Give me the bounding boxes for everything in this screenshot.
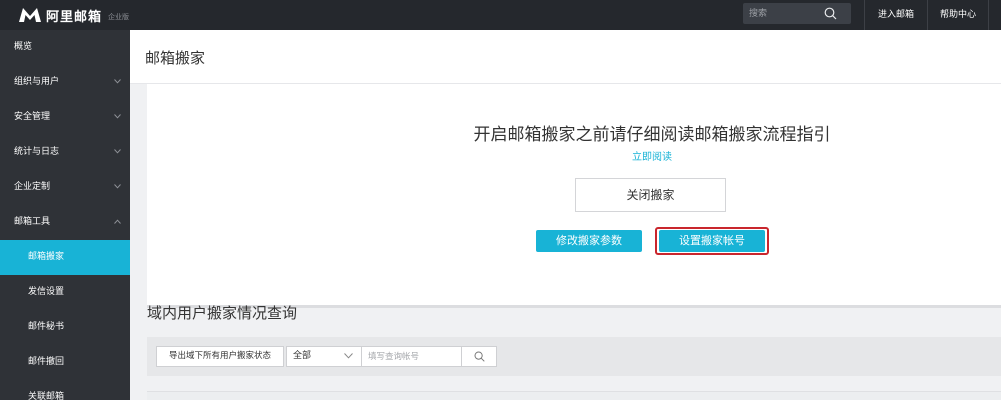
sidebar-item-stats-logs[interactable]: 统计与日志 [0, 135, 130, 170]
sidebar-item-customization[interactable]: 企业定制 [0, 170, 130, 205]
sidebar-item-label: 企业定制 [14, 182, 51, 192]
sidebar-item-label: 组织与用户 [14, 77, 60, 87]
query-bar: 导出域下所有用户搬家状态 全部 [147, 337, 1001, 376]
sidebar-item-org-users[interactable]: 组织与用户 [0, 65, 130, 100]
sidebar-item-label: 概览 [14, 42, 33, 52]
sidebar-item-label: 邮件撤回 [28, 357, 65, 367]
enter-mailbox-link[interactable]: 进入邮箱 [865, 0, 927, 30]
top-bar: 阿里邮箱 企业版 进入邮箱 帮助中心 [0, 0, 1001, 30]
m-logo-icon [19, 8, 41, 22]
logo[interactable]: 阿里邮箱 企业版 [18, 5, 129, 25]
sidebar-item-mail-migration[interactable]: 邮箱搬家 [0, 240, 130, 275]
query-search-button[interactable] [461, 346, 497, 367]
read-now-link[interactable]: 立即阅读 [602, 148, 702, 163]
section-title: 域内用户搬家情况查询 [147, 304, 298, 322]
sidebar-item-mail-recall[interactable]: 邮件撤回 [0, 345, 130, 380]
page-title: 邮箱搬家 [145, 49, 206, 67]
top-separator [988, 0, 989, 30]
sidebar-item-label: 邮箱工具 [14, 217, 51, 227]
sidebar-item-mail-tools[interactable]: 邮箱工具 [0, 205, 130, 240]
migration-headline: 开启邮箱搬家之前请仔细阅读邮箱搬家流程指引 [473, 125, 831, 145]
logo-edition: 企业版 [108, 12, 130, 21]
search-icon[interactable] [824, 7, 837, 20]
logo-text: 阿里邮箱 [46, 9, 103, 25]
sidebar-item-send-settings[interactable]: 发信设置 [0, 275, 130, 310]
sidebar-item-mail-secretary[interactable]: 邮件秘书 [0, 310, 130, 345]
table-header [147, 391, 1001, 400]
help-center-link[interactable]: 帮助中心 [928, 0, 988, 30]
search-input[interactable] [749, 5, 827, 22]
chevron-up-icon [114, 219, 121, 224]
sidebar-item-label: 邮箱搬家 [28, 252, 65, 262]
page-title-bar: 邮箱搬家 [130, 30, 1001, 84]
migration-card: 开启邮箱搬家之前请仔细阅读邮箱搬家流程指引 立即阅读 关闭搬家 修改搬家参数 设… [147, 84, 1001, 306]
sidebar-item-linked-mailbox[interactable]: 关联邮箱 [0, 380, 130, 400]
search-icon [474, 351, 485, 362]
sidebar: 概览 组织与用户 安全管理 统计与日志 企业定制 邮箱工具 邮箱搬家 发信设置 … [0, 30, 130, 400]
chevron-down-icon [114, 114, 121, 119]
chevron-down-icon [114, 149, 121, 154]
account-query-input[interactable] [361, 346, 462, 367]
sidebar-item-label: 邮件秘书 [28, 322, 65, 332]
chevron-down-icon [114, 79, 121, 84]
sidebar-item-label: 统计与日志 [14, 147, 60, 157]
chevron-down-icon [114, 184, 121, 189]
sidebar-item-label: 安全管理 [14, 112, 51, 122]
sidebar-item-label: 发信设置 [28, 287, 65, 297]
sidebar-item-overview[interactable]: 概览 [0, 30, 130, 65]
search-box[interactable] [743, 3, 851, 24]
close-migration-button[interactable]: 关闭搬家 [575, 178, 726, 212]
highlight-box [655, 227, 769, 255]
select-value: 全部 [293, 351, 312, 361]
modify-migration-params-button[interactable]: 修改搬家参数 [536, 230, 642, 252]
export-status-button[interactable]: 导出域下所有用户搬家状态 [156, 346, 284, 367]
sidebar-item-security[interactable]: 安全管理 [0, 100, 130, 135]
status-filter-select[interactable]: 全部 [286, 346, 362, 367]
chevron-down-icon [344, 353, 353, 359]
sidebar-item-label: 关联邮箱 [28, 392, 65, 400]
